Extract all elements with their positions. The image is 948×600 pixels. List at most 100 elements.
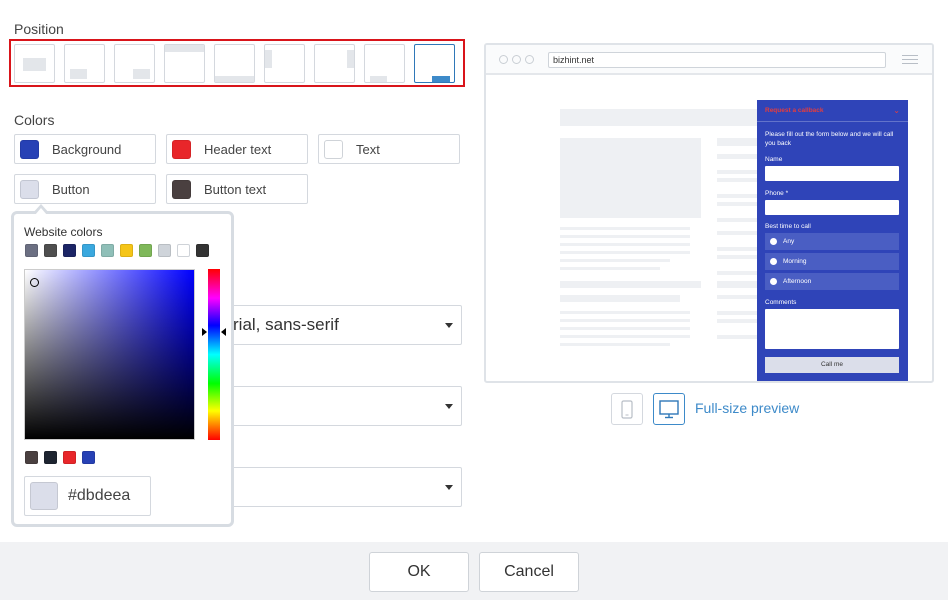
text-color-button[interactable]: Text (318, 134, 460, 164)
recent-color-swatch[interactable] (63, 451, 76, 464)
chevron-down-icon (445, 323, 453, 328)
cancel-button[interactable]: Cancel (479, 552, 579, 592)
button-text-color-button[interactable]: Button text (166, 174, 308, 204)
header-text-swatch (172, 139, 191, 159)
website-color-swatch[interactable] (120, 244, 133, 257)
placeholder-line (560, 243, 690, 246)
button-text-color-label: Button text (204, 181, 267, 197)
button-color-label: Button (52, 181, 90, 197)
placeholder-block (560, 138, 701, 218)
placeholder-line (717, 154, 757, 159)
url-bar: bizhint.net (548, 52, 886, 68)
placeholder-line (560, 251, 690, 254)
placeholder-line (717, 295, 757, 299)
recent-color-swatch[interactable] (25, 451, 38, 464)
placeholder-line (717, 281, 757, 288)
full-size-preview-link[interactable]: Full-size preview (695, 400, 799, 416)
placeholder-line (560, 267, 660, 270)
widget-comments-label: Comments (765, 299, 797, 306)
recent-color-swatch[interactable] (82, 451, 95, 464)
widget-call-me-button: Call me (765, 357, 899, 373)
website-color-swatch[interactable] (139, 244, 152, 257)
hamburger-menu-icon (902, 55, 918, 65)
hue-slider-handle-right[interactable] (221, 328, 226, 336)
chevron-down-icon (445, 485, 453, 490)
position-tile-top-bar[interactable] (164, 44, 205, 83)
widget-settings-page: Position Colors Background Header text T… (0, 0, 948, 600)
monitor-icon (659, 400, 679, 419)
hex-value[interactable]: #dbdeea (68, 487, 130, 505)
placeholder-line (560, 295, 680, 302)
position-tile-bottom-bar[interactable] (214, 44, 255, 83)
button-swatch (20, 179, 39, 199)
website-color-swatch[interactable] (196, 244, 209, 257)
window-dot-icon (525, 55, 534, 64)
header-text-color-button[interactable]: Header text (166, 134, 308, 164)
placeholder-line (560, 327, 690, 330)
hex-input[interactable]: #dbdeea (24, 476, 151, 516)
website-color-swatch[interactable] (82, 244, 95, 257)
hue-slider-handle-left[interactable] (202, 328, 207, 336)
desktop-preview-button[interactable] (653, 393, 685, 425)
website-color-swatch[interactable] (158, 244, 171, 257)
widget-intro: Please fill out the form below and we wi… (765, 131, 894, 147)
position-tile-bottom-right[interactable] (114, 44, 155, 83)
background-color-button[interactable]: Background (14, 134, 156, 164)
placeholder-line (560, 319, 690, 322)
widget-option-morning: Morning (765, 253, 899, 270)
widget-option-afternoon: Afternoon (765, 273, 899, 290)
saturation-value-area[interactable] (24, 269, 195, 440)
colors-label: Colors (14, 112, 55, 128)
position-grid (9, 39, 465, 87)
widget-best-time-label: Best time to call (765, 223, 811, 230)
website-color-swatch[interactable] (63, 244, 76, 257)
position-tile-left-side[interactable] (264, 44, 305, 83)
browser-toolbar: bizhint.net (486, 45, 932, 75)
window-dot-icon (499, 55, 508, 64)
phone-icon (621, 400, 633, 419)
placeholder-line (560, 235, 690, 238)
placeholder-line (717, 255, 757, 259)
placeholder-line (717, 138, 757, 146)
website-color-swatch[interactable] (101, 244, 114, 257)
callback-widget-preview: Request a callback ⌄ Please fill out the… (757, 100, 908, 381)
placeholder-line (717, 311, 757, 315)
placeholder-line (717, 247, 757, 251)
text-color-label: Text (356, 141, 380, 157)
website-color-swatch[interactable] (177, 244, 190, 257)
hue-slider[interactable] (208, 269, 220, 440)
widget-comments-input (765, 309, 899, 349)
color-picker-popup: Website colors #dbdeea (11, 204, 234, 527)
position-tile-bottom-left[interactable] (64, 44, 105, 83)
position-tile-bottom-right-tab[interactable] (414, 44, 455, 83)
widget-name-input (765, 166, 899, 181)
widget-phone-input (765, 200, 899, 215)
website-color-swatch[interactable] (25, 244, 38, 257)
position-tile-bottom-left-small[interactable] (364, 44, 405, 83)
background-swatch (20, 139, 39, 159)
dialog-footer: OK Cancel (0, 542, 948, 600)
placeholder-line (717, 271, 757, 275)
window-dot-icon (512, 55, 521, 64)
button-color-button[interactable]: Button (14, 174, 156, 204)
placeholder-line (717, 194, 757, 198)
widget-header: Request a callback ⌄ (757, 100, 908, 122)
ok-button[interactable]: OK (369, 552, 469, 592)
website-colors-label: Website colors (24, 225, 103, 239)
widget-title: Request a callback (765, 107, 824, 114)
website-color-swatch[interactable] (44, 244, 57, 257)
color-cursor[interactable] (30, 278, 39, 287)
recent-color-swatch[interactable] (44, 451, 57, 464)
placeholder-line (717, 178, 757, 182)
button-text-swatch (172, 179, 191, 199)
widget-phone-label: Phone * (765, 190, 789, 197)
widget-option-any: Any (765, 233, 899, 250)
mobile-preview-button[interactable] (611, 393, 643, 425)
position-tile-center[interactable] (14, 44, 55, 83)
background-color-label: Background (52, 141, 122, 157)
placeholder-line (717, 218, 757, 222)
placeholder-line (717, 231, 757, 235)
position-tile-right-side[interactable] (314, 44, 355, 83)
placeholder-line (560, 311, 690, 314)
placeholder-line (717, 202, 757, 206)
